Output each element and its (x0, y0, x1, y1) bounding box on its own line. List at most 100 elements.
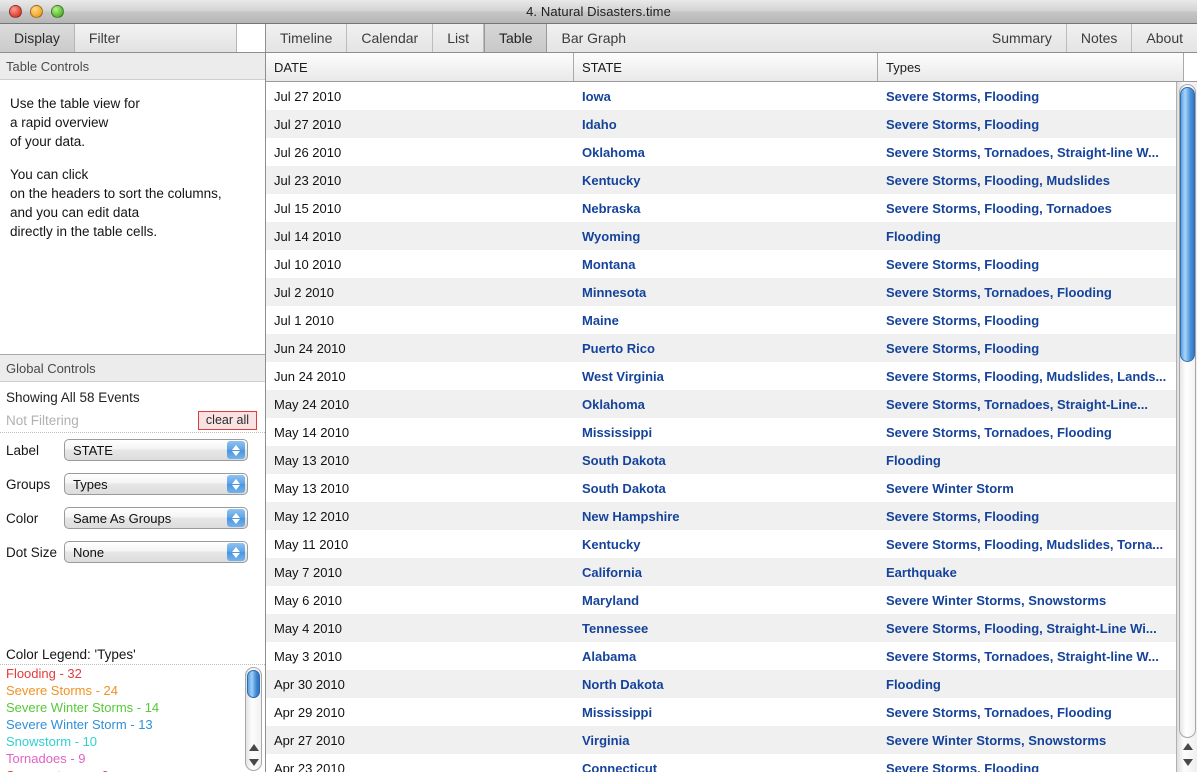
legend-item[interactable]: Severe Winter Storms - 14 (6, 699, 265, 716)
scroll-down-icon[interactable] (246, 755, 261, 770)
table-row[interactable]: Apr 29 2010 Mississippi Severe Storms, Tor… (266, 698, 1197, 726)
table-scrollbar[interactable] (1176, 82, 1197, 772)
cell-types[interactable]: Severe Storms, Tornadoes, Straight-line … (878, 145, 1184, 160)
cell-date[interactable]: May 12 2010 (266, 509, 574, 524)
cell-date[interactable]: May 13 2010 (266, 453, 574, 468)
cell-types[interactable]: Severe Storms, Flooding, Mudslides, Torn… (878, 537, 1184, 552)
cell-state[interactable]: North Dakota (574, 677, 878, 692)
cell-state[interactable]: Oklahoma (574, 145, 878, 160)
table-row[interactable]: Jul 27 2010 Iowa Severe Storms, Flooding (266, 82, 1197, 110)
cell-state[interactable]: Kentucky (574, 173, 878, 188)
cell-date[interactable]: May 4 2010 (266, 621, 574, 636)
cell-state[interactable]: South Dakota (574, 453, 878, 468)
cell-date[interactable]: May 7 2010 (266, 565, 574, 580)
cell-date[interactable]: May 3 2010 (266, 649, 574, 664)
cell-date[interactable]: May 6 2010 (266, 593, 574, 608)
table-scroll-arrows[interactable] (1180, 738, 1196, 770)
cell-state[interactable]: Oklahoma (574, 397, 878, 412)
cell-date[interactable]: Jul 2 2010 (266, 285, 574, 300)
column-header-types[interactable]: Types (878, 53, 1184, 81)
cell-state[interactable]: Puerto Rico (574, 341, 878, 356)
legend-item[interactable]: Tornadoes - 9 (6, 750, 265, 767)
cell-state[interactable]: West Virginia (574, 369, 878, 384)
tab-about[interactable]: About (1131, 24, 1197, 52)
cell-state[interactable]: Alabama (574, 649, 878, 664)
cell-date[interactable]: Jul 14 2010 (266, 229, 574, 244)
cell-state[interactable]: Idaho (574, 117, 878, 132)
table-row[interactable]: May 12 2010 New Hampshire Severe Storms, F… (266, 502, 1197, 530)
cell-date[interactable]: Apr 27 2010 (266, 733, 574, 748)
dot-size-select[interactable]: None (64, 541, 248, 563)
legend-item[interactable]: Severe Storms - 24 (6, 682, 265, 699)
table-row[interactable]: May 3 2010 Alabama Severe Storms, Tornadoe… (266, 642, 1197, 670)
cell-state[interactable]: Minnesota (574, 285, 878, 300)
cell-date[interactable]: Jun 24 2010 (266, 341, 574, 356)
cell-state[interactable]: Maryland (574, 593, 878, 608)
stepper-icon[interactable] (227, 509, 245, 527)
table-row[interactable]: Jul 10 2010 Montana Severe Storms, Floodin… (266, 250, 1197, 278)
tab-notes[interactable]: Notes (1065, 24, 1132, 52)
cell-date[interactable]: Jul 27 2010 (266, 117, 574, 132)
table-row[interactable]: May 11 2010 Kentucky Severe Storms, Floodi… (266, 530, 1197, 558)
table-row[interactable]: Jun 24 2010 Puerto Rico Severe Storms, Flo… (266, 334, 1197, 362)
table-row[interactable]: May 13 2010 South Dakota Flooding (266, 446, 1197, 474)
tab-table[interactable]: Table (484, 24, 548, 52)
cell-types[interactable]: Severe Storms, Tornadoes, Straight-line … (878, 649, 1184, 664)
table-row[interactable]: Jul 23 2010 Kentucky Severe Storms, Floodi… (266, 166, 1197, 194)
table-row[interactable]: May 24 2010 Oklahoma Severe Storms, Tornad… (266, 390, 1197, 418)
table-row[interactable]: Jul 14 2010 Wyoming Flooding (266, 222, 1197, 250)
cell-state[interactable]: Kentucky (574, 537, 878, 552)
cell-types[interactable]: Severe Winter Storm (878, 481, 1184, 496)
filter-button[interactable]: Filter (74, 24, 237, 52)
cell-types[interactable]: Severe Storms, Flooding (878, 761, 1184, 772)
cell-date[interactable]: May 14 2010 (266, 425, 574, 440)
cell-state[interactable]: South Dakota (574, 481, 878, 496)
table-row[interactable]: Jul 26 2010 Oklahoma Severe Storms, Tornad… (266, 138, 1197, 166)
cell-types[interactable]: Severe Storms, Flooding (878, 89, 1184, 104)
cell-types[interactable]: Severe Storms, Flooding, Straight-Line W… (878, 621, 1184, 636)
column-header-state[interactable]: STATE (574, 53, 878, 81)
cell-types[interactable]: Severe Storms, Flooding, Tornadoes (878, 201, 1184, 216)
scroll-up-icon[interactable] (1180, 738, 1196, 754)
cell-types[interactable]: Severe Storms, Flooding (878, 341, 1184, 356)
tab-timeline[interactable]: Timeline (266, 24, 348, 52)
cell-state[interactable]: Nebraska (574, 201, 878, 216)
cell-date[interactable]: May 13 2010 (266, 481, 574, 496)
cell-date[interactable]: May 11 2010 (266, 537, 574, 552)
cell-date[interactable]: Jul 26 2010 (266, 145, 574, 160)
table-row[interactable]: Jul 1 2010 Maine Severe Storms, Flooding (266, 306, 1197, 334)
cell-types[interactable]: Severe Storms, Tornadoes, Flooding (878, 285, 1184, 300)
tab-bar-graph[interactable]: Bar Graph (547, 24, 640, 52)
cell-state[interactable]: California (574, 565, 878, 580)
color-select[interactable]: Same As Groups (64, 507, 248, 529)
cell-types[interactable]: Flooding (878, 229, 1184, 244)
legend-scroll-arrows[interactable] (246, 740, 261, 770)
table-row[interactable]: Jun 24 2010 West Virginia Severe Storms, F… (266, 362, 1197, 390)
legend-scrollbar-thumb[interactable] (247, 670, 260, 698)
stepper-icon[interactable] (227, 475, 245, 493)
cell-state[interactable]: Tennessee (574, 621, 878, 636)
cell-state[interactable]: Connecticut (574, 761, 878, 772)
cell-state[interactable]: Maine (574, 313, 878, 328)
legend-item[interactable]: Severe Winter Storm - 13 (6, 716, 265, 733)
cell-types[interactable]: Severe Winter Storms, Snowstorms (878, 733, 1184, 748)
cell-types[interactable]: Severe Storms, Tornadoes, Flooding (878, 705, 1184, 720)
table-row[interactable]: Jul 2 2010 Minnesota Severe Storms, Tornad… (266, 278, 1197, 306)
cell-state[interactable]: New Hampshire (574, 509, 878, 524)
clear-all-button[interactable]: clear all (197, 411, 257, 430)
table-row[interactable]: May 6 2010 Maryland Severe Winter Storms, … (266, 586, 1197, 614)
cell-date[interactable]: Apr 30 2010 (266, 677, 574, 692)
tab-summary[interactable]: Summary (978, 24, 1066, 52)
cell-types[interactable]: Severe Storms, Flooding, Mudslides, Land… (878, 369, 1184, 384)
table-row[interactable]: Apr 30 2010 North Dakota Flooding (266, 670, 1197, 698)
table-row[interactable]: Jul 27 2010 Idaho Severe Storms, Flooding (266, 110, 1197, 138)
table-row[interactable]: Apr 27 2010 Virginia Severe Winter Storms,… (266, 726, 1197, 754)
table-row[interactable]: May 7 2010 California Earthquake (266, 558, 1197, 586)
cell-types[interactable]: Severe Storms, Flooding (878, 257, 1184, 272)
cell-date[interactable]: Jul 1 2010 (266, 313, 574, 328)
table-scrollbar-thumb[interactable] (1180, 87, 1195, 362)
table-row[interactable]: Jul 15 2010 Nebraska Severe Storms, Floodi… (266, 194, 1197, 222)
cell-types[interactable]: Severe Storms, Flooding (878, 313, 1184, 328)
cell-date[interactable]: Jul 23 2010 (266, 173, 574, 188)
cell-state[interactable]: Wyoming (574, 229, 878, 244)
